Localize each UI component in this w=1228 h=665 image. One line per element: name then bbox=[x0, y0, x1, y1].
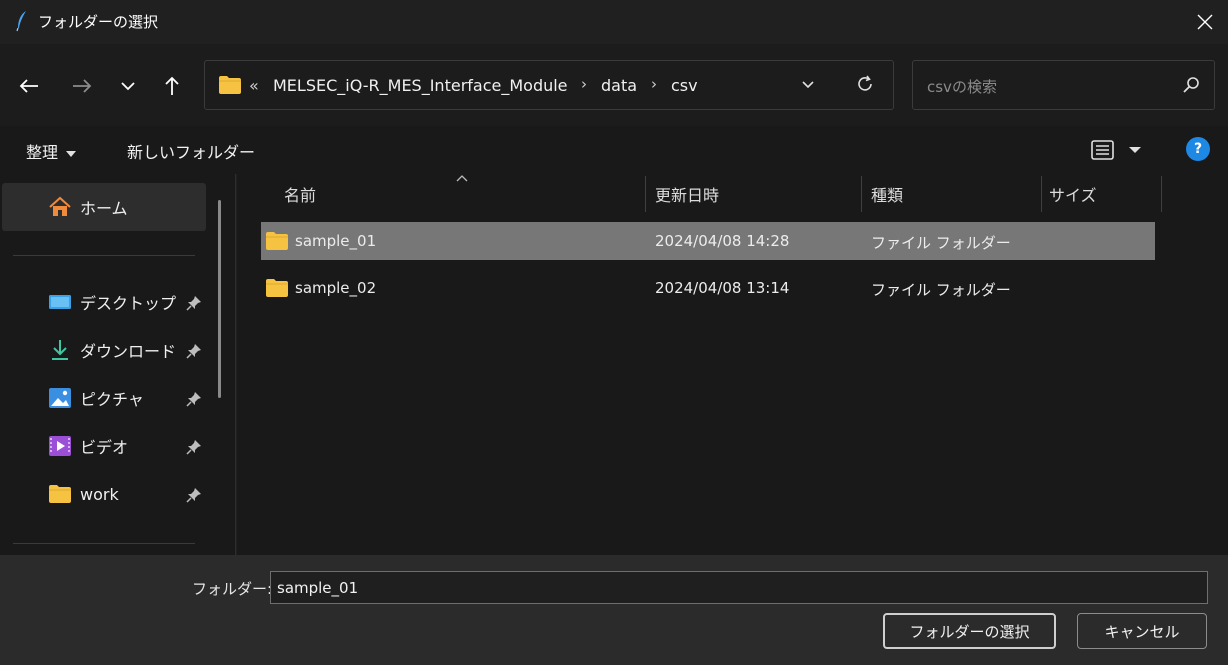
desktop-icon bbox=[49, 295, 71, 309]
address-overflow[interactable]: « bbox=[249, 76, 259, 95]
sidebar-item-label: work bbox=[80, 484, 119, 504]
sidebar-item-label: ダウンロード bbox=[80, 342, 177, 361]
organize-menu-button[interactable]: 整理 bbox=[26, 139, 77, 163]
sort-ascending-icon bbox=[456, 175, 468, 182]
arrow-left-icon bbox=[19, 79, 38, 93]
help-button[interactable]: ? bbox=[1186, 137, 1210, 161]
search-icon[interactable] bbox=[1182, 76, 1200, 94]
column-divider[interactable] bbox=[645, 176, 646, 212]
command-bar: 整理 新しいフォルダー ? bbox=[0, 126, 1228, 174]
breadcrumb-separator[interactable]: › bbox=[581, 75, 587, 93]
file-row[interactable]: sample_02 2024/04/08 13:14 ファイル フォルダー bbox=[261, 269, 1155, 307]
select-folder-button[interactable]: フォルダーの選択 bbox=[883, 613, 1056, 649]
new-folder-button[interactable]: 新しいフォルダー bbox=[127, 139, 255, 163]
file-type: ファイル フォルダー bbox=[871, 234, 1011, 252]
video-icon bbox=[49, 436, 71, 456]
folder-icon bbox=[49, 485, 71, 503]
folder-name-input[interactable] bbox=[270, 571, 1208, 604]
pin-icon[interactable] bbox=[186, 391, 202, 407]
home-icon bbox=[49, 196, 71, 216]
sidebar-item-downloads[interactable]: ダウンロード bbox=[48, 335, 176, 365]
breadcrumb-segment[interactable]: MELSEC_iQ-R_MES_Interface_Module bbox=[273, 76, 568, 95]
file-modified: 2024/04/08 13:14 bbox=[655, 279, 790, 297]
arrow-right-icon bbox=[73, 79, 92, 93]
folder-icon bbox=[266, 232, 288, 250]
file-name: sample_01 bbox=[295, 232, 377, 250]
file-modified: 2024/04/08 14:28 bbox=[655, 232, 790, 250]
search-box[interactable]: csvの検索 bbox=[912, 60, 1215, 110]
column-divider[interactable] bbox=[861, 176, 862, 212]
sidebar-item-desktop[interactable]: デスクトップ bbox=[48, 287, 176, 317]
column-header-size[interactable]: サイズ bbox=[1049, 182, 1097, 206]
chevron-down-icon bbox=[121, 82, 135, 91]
pin-icon[interactable] bbox=[186, 487, 202, 503]
sidebar-item-pictures[interactable]: ピクチャ bbox=[48, 383, 144, 413]
sidebar-item-label: ピクチャ bbox=[80, 390, 144, 409]
refresh-icon[interactable] bbox=[855, 74, 875, 94]
file-type: ファイル フォルダー bbox=[871, 281, 1011, 299]
sidebar-item-label: ホーム bbox=[80, 199, 128, 218]
pin-icon[interactable] bbox=[186, 295, 202, 311]
breadcrumb-segment[interactable]: csv bbox=[671, 76, 698, 95]
breadcrumb-separator[interactable]: › bbox=[651, 75, 657, 93]
search-placeholder[interactable]: csvの検索 bbox=[927, 76, 997, 97]
window-title: フォルダーの選択 bbox=[38, 13, 159, 31]
column-divider[interactable] bbox=[1041, 176, 1042, 212]
sidebar-scrollbar[interactable] bbox=[218, 200, 221, 398]
title-bar: フォルダーの選択 bbox=[0, 0, 1228, 44]
up-button[interactable] bbox=[157, 71, 187, 101]
column-header-modified[interactable]: 更新日時 bbox=[655, 182, 719, 206]
sidebar-item-work[interactable]: work bbox=[48, 479, 119, 509]
file-name: sample_02 bbox=[295, 279, 377, 297]
download-icon bbox=[52, 340, 68, 360]
sidebar-item-home[interactable]: ホーム bbox=[2, 183, 206, 231]
close-icon bbox=[1197, 14, 1213, 30]
sidebar-item-home-content: ホーム bbox=[48, 192, 128, 222]
file-list: 名前 更新日時 種類 サイズ sample_01 2024/04/08 14:2… bbox=[237, 174, 1228, 555]
divider bbox=[13, 543, 195, 544]
folder-field-label: フォルダー: bbox=[192, 580, 273, 598]
back-button[interactable] bbox=[14, 71, 44, 101]
folder-icon bbox=[219, 76, 241, 94]
navigation-pane: ホーム デスクトップ ダウンロード ピクチャ ビデオ work bbox=[0, 174, 236, 555]
arrow-up-icon bbox=[165, 76, 179, 95]
file-row[interactable]: sample_01 2024/04/08 14:28 ファイル フォルダー bbox=[261, 222, 1155, 260]
pin-icon[interactable] bbox=[186, 439, 202, 455]
sidebar-item-label: デスクトップ bbox=[80, 294, 177, 313]
column-header-type[interactable]: 種類 bbox=[871, 182, 903, 206]
dialog-footer: フォルダー: フォルダーの選択 キャンセル bbox=[0, 555, 1228, 665]
column-header-name[interactable]: 名前 bbox=[284, 182, 316, 206]
cancel-button[interactable]: キャンセル bbox=[1077, 613, 1207, 649]
address-bar[interactable]: « MELSEC_iQ-R_MES_Interface_Module › dat… bbox=[204, 60, 894, 110]
details-view-icon bbox=[1091, 140, 1141, 160]
column-divider[interactable] bbox=[1161, 176, 1162, 212]
caret-down-icon bbox=[66, 150, 77, 157]
forward-button[interactable] bbox=[67, 71, 97, 101]
address-dropdown-icon[interactable] bbox=[801, 77, 815, 91]
sidebar-item-videos[interactable]: ビデオ bbox=[48, 431, 128, 461]
feather-icon bbox=[16, 11, 26, 32]
sidebar-item-label: ビデオ bbox=[80, 438, 129, 457]
pin-icon[interactable] bbox=[186, 343, 202, 359]
breadcrumb-segment[interactable]: data bbox=[601, 76, 637, 95]
recent-locations-button[interactable] bbox=[113, 71, 143, 101]
divider bbox=[13, 255, 195, 256]
navigation-bar: « MELSEC_iQ-R_MES_Interface_Module › dat… bbox=[0, 44, 1228, 126]
close-button[interactable] bbox=[1182, 0, 1228, 44]
view-options-button[interactable] bbox=[1090, 138, 1146, 166]
pictures-icon bbox=[49, 388, 71, 408]
organize-label: 整理 bbox=[26, 143, 59, 162]
folder-icon bbox=[266, 279, 288, 297]
